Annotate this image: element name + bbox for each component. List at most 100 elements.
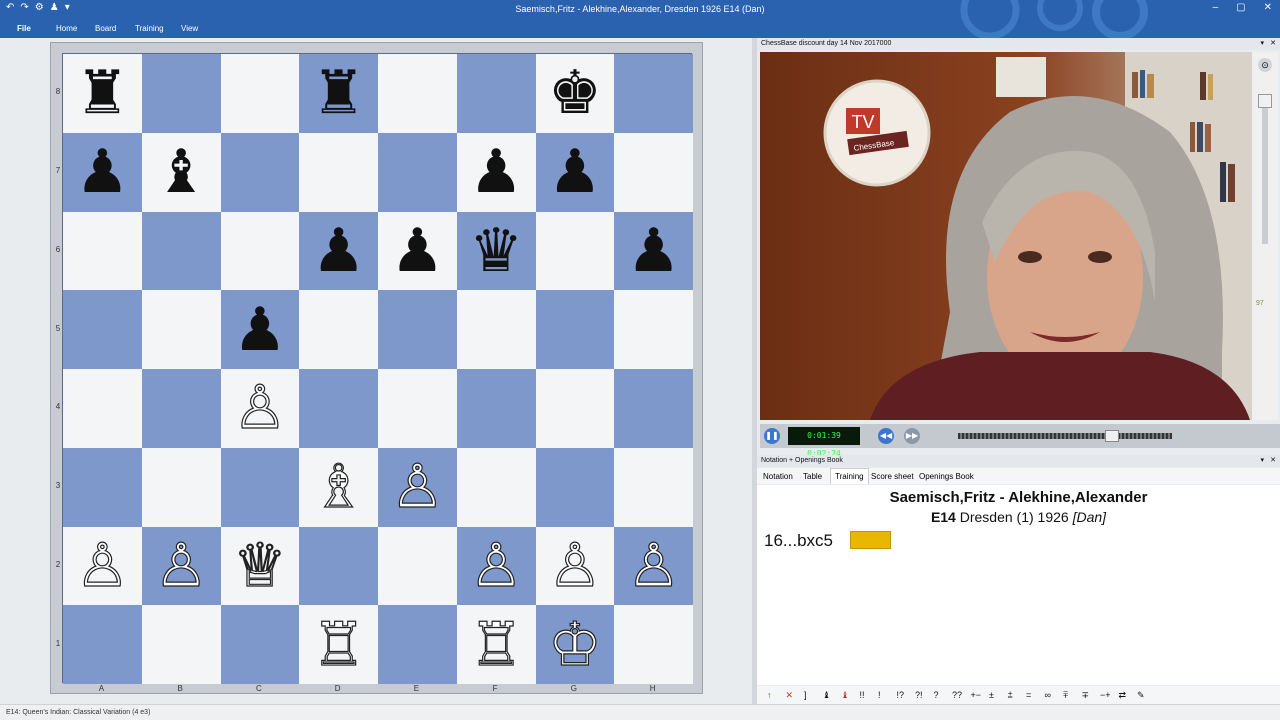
video-player[interactable]: TV ChessBase [760,52,1252,420]
square-d3[interactable]: ♗ [299,447,378,527]
square-d1[interactable]: ♖ [299,605,378,684]
white-piece-h2[interactable]: ♙ [626,535,681,596]
square-b3[interactable] [141,447,221,527]
square-b7[interactable]: ♝ [141,132,221,212]
square-a7[interactable]: ♟ [63,132,142,212]
panel-close-icon[interactable]: ✕ [1270,456,1276,464]
square-e2[interactable] [378,526,457,606]
tab-board[interactable]: Board [95,24,116,33]
square-a2[interactable]: ♙ [63,526,142,606]
square-c7[interactable] [220,132,300,212]
square-h7[interactable] [614,132,693,212]
white-piece-e3[interactable]: ♙ [390,457,445,518]
zoom-icon[interactable]: ⊙ [1258,58,1272,72]
annotation-tool-16[interactable]: ⩱ [1063,690,1068,701]
annotation-tool-20[interactable]: ✎ [1137,690,1145,701]
tab-notation[interactable]: Notation [763,472,793,481]
seek-bar[interactable] [958,430,1172,442]
seek-handle[interactable] [1105,430,1120,442]
black-piece-a8[interactable]: ♜ [75,63,129,123]
square-g1[interactable]: ♔ [535,605,615,684]
black-piece-b7[interactable]: ♝ [154,142,208,202]
black-piece-d6[interactable]: ♟ [312,221,366,281]
square-f4[interactable] [456,369,536,448]
annotation-tool-18[interactable]: −+ [1100,690,1111,700]
square-d8[interactable]: ♜ [299,54,378,133]
panel-close-icon[interactable]: ✕ [1270,39,1276,47]
volume-handle[interactable] [1258,94,1272,108]
square-f6[interactable]: ♛ [456,211,536,291]
square-d4[interactable] [299,369,378,448]
square-b6[interactable] [141,211,221,291]
square-g4[interactable] [535,369,615,448]
square-h1[interactable] [614,605,693,684]
annotation-tool-6[interactable]: ! [878,690,881,700]
square-d5[interactable] [299,290,378,369]
square-f7[interactable]: ♟ [456,132,536,212]
chess-board[interactable]: ♜ ♜ ♚ ♟ ♝ ♟ ♟ ♟ ♟ ♛ ♟ ♟ ♙ ♗ ♙ ♙ ♙ ♕ ♙ ♙ ♙ ♖ ♖ ♔ [62,53,693,684]
square-c6[interactable] [220,211,300,291]
square-b8[interactable] [141,54,221,133]
square-a5[interactable] [63,290,142,369]
square-d7[interactable] [299,132,378,212]
panel-menu-icon[interactable]: ▾ [1260,39,1264,47]
annotation-tool-0[interactable]: ↑ [767,690,772,700]
tab-openings-book[interactable]: Openings Book [919,472,974,481]
annotation-tool-7[interactable]: !? [897,690,905,700]
square-h3[interactable] [614,447,693,527]
square-c2[interactable]: ♕ [220,526,300,606]
square-g3[interactable] [535,447,615,527]
square-h8[interactable] [614,54,693,133]
annotation-tool-5[interactable]: !! [860,690,865,700]
black-piece-h6[interactable]: ♟ [627,221,681,281]
black-piece-g8[interactable]: ♚ [548,63,602,123]
white-piece-f2[interactable]: ♙ [469,535,524,596]
square-e6[interactable]: ♟ [378,211,457,291]
annotation-tool-17[interactable]: ∓ [1082,690,1090,701]
annotation-tool-8[interactable]: ?! [915,690,923,700]
white-piece-c4[interactable]: ♙ [232,378,287,439]
black-piece-f7[interactable]: ♟ [469,142,523,202]
square-b2[interactable]: ♙ [141,526,221,606]
black-piece-c5[interactable]: ♟ [233,300,287,360]
black-piece-g7[interactable]: ♟ [548,142,602,202]
square-g8[interactable]: ♚ [535,54,615,133]
square-a4[interactable] [63,369,142,448]
black-piece-e6[interactable]: ♟ [390,221,444,281]
panel-menu-icon[interactable]: ▾ [1260,456,1264,464]
square-d2[interactable] [299,526,378,606]
tab-home[interactable]: Home [56,24,77,33]
tab-file[interactable]: File [17,24,31,33]
black-piece-f6[interactable]: ♛ [469,221,523,281]
tab-training[interactable]: Training [830,468,869,484]
current-move[interactable]: 16...bxc5 [764,531,833,551]
black-piece-a7[interactable]: ♟ [75,142,129,202]
white-piece-d3[interactable]: ♗ [311,457,366,518]
square-d6[interactable]: ♟ [299,211,378,291]
white-piece-c2[interactable]: ♕ [232,535,287,596]
square-g7[interactable]: ♟ [535,132,615,212]
annotation-tool-12[interactable]: ± [989,690,994,700]
black-piece-d8[interactable]: ♜ [312,63,366,123]
square-b1[interactable] [141,605,221,684]
minimize-button[interactable]: – [1213,2,1219,13]
square-f5[interactable] [456,290,536,369]
square-a8[interactable]: ♜ [63,54,142,133]
tab-view[interactable]: View [181,24,198,33]
tab-score-sheet[interactable]: Score sheet [871,472,914,481]
close-button[interactable]: ✕ [1264,2,1272,13]
white-piece-a2[interactable]: ♙ [75,535,130,596]
square-c1[interactable] [220,605,300,684]
square-c4[interactable]: ♙ [220,369,300,448]
square-e5[interactable] [378,290,457,369]
white-piece-f1[interactable]: ♖ [469,614,524,675]
square-h5[interactable] [614,290,693,369]
square-f1[interactable]: ♖ [456,605,536,684]
white-piece-b2[interactable]: ♙ [154,535,209,596]
square-e3[interactable]: ♙ [378,447,457,527]
annotation-tool-14[interactable]: = [1026,690,1031,700]
maximize-button[interactable]: ▢ [1236,2,1245,13]
rewind-button[interactable]: ◀◀ [878,428,894,444]
square-c3[interactable] [220,447,300,527]
square-g2[interactable]: ♙ [535,526,615,606]
